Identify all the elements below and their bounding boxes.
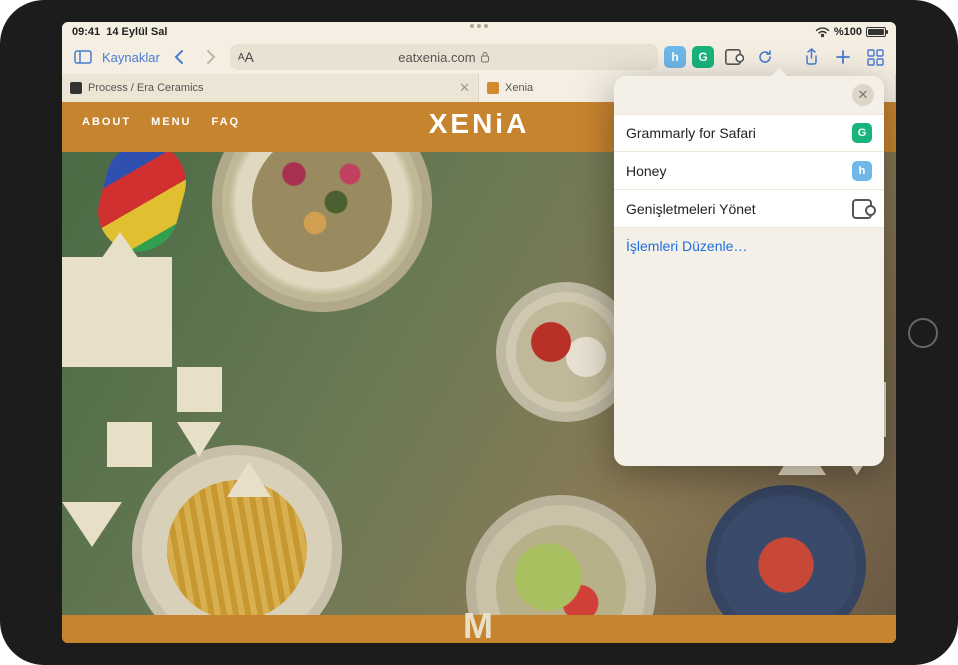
- address-bar[interactable]: AA eatxenia.com: [230, 44, 658, 70]
- extension-label: Grammarly for Safari: [626, 125, 756, 141]
- reload-button[interactable]: [752, 44, 778, 70]
- battery-icon: [866, 27, 886, 37]
- extensions-list: Grammarly for Safari G Honey h Genişletm…: [614, 114, 884, 228]
- edit-actions-link[interactable]: İşlemleri Düzenle…: [614, 228, 884, 264]
- tab-title: Process / Era Ceramics: [88, 82, 204, 94]
- puzzle-icon: [852, 199, 872, 219]
- extension-row-honey[interactable]: Honey h: [614, 152, 884, 190]
- geo-decor: [177, 422, 221, 457]
- status-right: %100: [815, 26, 886, 38]
- geo-decor: [227, 462, 271, 497]
- site-logo[interactable]: XENiA: [429, 108, 530, 140]
- honey-extension-icon[interactable]: h: [664, 46, 686, 68]
- grammarly-extension-icon[interactable]: G: [692, 46, 714, 68]
- food-plate: [212, 152, 432, 312]
- url-text: eatxenia.com: [398, 50, 475, 65]
- close-popover-button[interactable]: ✕: [852, 84, 874, 106]
- screen: 09:41 14 Eylül Sal %100 Kaynaklar: [62, 22, 896, 643]
- close-tab-button[interactable]: ✕: [459, 80, 470, 96]
- tabs-overview-button[interactable]: [862, 44, 888, 70]
- status-time: 09:41: [72, 26, 100, 38]
- wifi-icon: [815, 27, 830, 38]
- extension-row-grammarly[interactable]: Grammarly for Safari G: [614, 114, 884, 152]
- geo-decor: [62, 257, 172, 367]
- manage-extensions-row[interactable]: Genişletmeleri Yönet: [614, 190, 884, 228]
- home-button[interactable]: [908, 318, 938, 348]
- battery-percent: %100: [834, 26, 862, 38]
- nav-menu[interactable]: MENU: [151, 116, 191, 128]
- back-button[interactable]: [166, 44, 192, 70]
- status-left: 09:41 14 Eylül Sal: [72, 26, 167, 38]
- food-plate: [466, 495, 656, 615]
- geo-decor: [177, 367, 222, 412]
- grammarly-icon: G: [852, 123, 872, 143]
- favicon-icon: [487, 82, 499, 94]
- site-nav: ABOUT MENU FAQ: [82, 116, 240, 128]
- ipad-frame: 09:41 14 Eylül Sal %100 Kaynaklar: [0, 0, 958, 665]
- honey-icon: h: [852, 161, 872, 181]
- sidebar-label[interactable]: Kaynaklar: [102, 50, 160, 65]
- nav-faq[interactable]: FAQ: [212, 116, 241, 128]
- new-tab-button[interactable]: [830, 44, 856, 70]
- food-plate: [706, 485, 866, 615]
- nav-about[interactable]: ABOUT: [82, 116, 131, 128]
- tab-era-ceramics[interactable]: Process / Era Ceramics ✕: [62, 74, 479, 102]
- geo-decor: [92, 232, 148, 272]
- share-button[interactable]: [798, 44, 824, 70]
- status-date: 14 Eylül Sal: [106, 26, 167, 38]
- extensions-button[interactable]: [720, 44, 746, 70]
- extension-label: Honey: [626, 163, 666, 179]
- geo-decor: [107, 422, 152, 467]
- multitask-handle-icon[interactable]: [470, 24, 488, 28]
- extension-label: Genişletmeleri Yönet: [626, 201, 756, 217]
- favicon-icon: [70, 82, 82, 94]
- lock-icon: [480, 51, 490, 63]
- extensions-popover: ✕ Grammarly for Safari G Honey h Genişle…: [614, 76, 884, 466]
- hero-heading: M: [463, 605, 495, 643]
- geo-decor: [62, 502, 122, 547]
- tab-title: Xenia: [505, 82, 533, 94]
- sidebar-button[interactable]: [70, 44, 96, 70]
- forward-button: [198, 44, 224, 70]
- reader-aa-button[interactable]: AA: [238, 49, 254, 65]
